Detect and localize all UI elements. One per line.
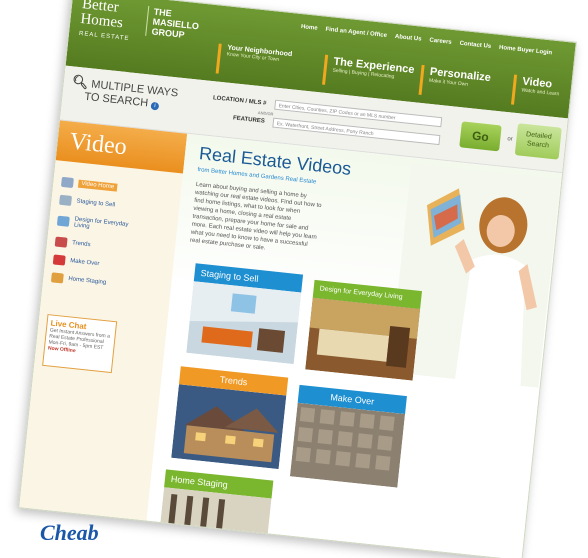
- tile-design-everyday[interactable]: Design for Everyday Living: [305, 279, 422, 381]
- lamp-icon: [50, 272, 64, 284]
- top-link-login[interactable]: Home Buyer Login: [499, 45, 553, 57]
- sidebar-item-label: Home Staging: [68, 276, 107, 287]
- search-icon: 🔍︎: [71, 73, 90, 91]
- top-link-home[interactable]: Home: [301, 24, 318, 32]
- top-links: Home Find an Agent / Office About Us Car…: [301, 24, 553, 56]
- sidebar-item-label: Video Home: [77, 179, 118, 192]
- top-link-about[interactable]: About Us: [395, 34, 422, 43]
- tile-make-over[interactable]: Make Over: [289, 384, 407, 488]
- tile-home-staging[interactable]: Home Staging: [159, 469, 274, 540]
- brand-logo[interactable]: Better Homes REAL ESTATE: [78, 0, 133, 47]
- website-page: Better Homes REAL ESTATE THE MASIELLO GR…: [18, 0, 577, 558]
- trends-photo: [171, 384, 287, 470]
- make-over-photo: [289, 402, 406, 488]
- tile-staging-to-sell[interactable]: Staging to Sell: [186, 263, 304, 365]
- or-label: or: [507, 136, 513, 143]
- top-link-careers[interactable]: Careers: [429, 38, 452, 46]
- detailed-search-button[interactable]: Detailed Search: [514, 123, 562, 160]
- sidebar-item-label: Design for Everyday Living: [73, 216, 129, 230]
- group-name: THE MASIELLO GROUP: [145, 5, 201, 42]
- brush-icon: [52, 254, 66, 266]
- live-chat-box[interactable]: Live Chat Get Instant Answers from a Rea…: [42, 314, 118, 374]
- top-link-find-agent[interactable]: Find an Agent / Office: [325, 27, 387, 39]
- sidebar-nav: Video Home Staging to Sell Design for Ev…: [50, 173, 138, 294]
- nav-personalize[interactable]: Personalize Make it Your Own: [418, 64, 515, 105]
- intro-text: Learn about buying and selling a home by…: [189, 181, 322, 252]
- chart-icon: [54, 236, 68, 248]
- top-link-contact[interactable]: Contact Us: [459, 41, 491, 50]
- nav-experience[interactable]: The Experience Selling | Buying | Reloca…: [322, 54, 422, 95]
- sidebar-item-label: Make Over: [69, 258, 100, 268]
- multiple-ways-heading: 🔍︎ MULTIPLE WAYS TO SEARCH i: [70, 73, 179, 113]
- sidebar-item-label: Trends: [71, 240, 91, 249]
- nav-neighborhood[interactable]: Your Neighborhood Know Your City or Town: [215, 43, 326, 85]
- screenshot-stage: Better Homes REAL ESTATE THE MASIELLO GR…: [0, 0, 588, 558]
- film-icon: [60, 176, 74, 189]
- sofa-icon: [56, 215, 70, 227]
- info-icon[interactable]: i: [150, 101, 160, 111]
- footer-caption: Cheab: [40, 520, 99, 545]
- go-button[interactable]: Go: [459, 121, 502, 152]
- house-icon: [59, 194, 73, 206]
- tile-trends[interactable]: Trends: [171, 366, 289, 470]
- staging-to-sell-photo: [186, 281, 302, 365]
- nav-video[interactable]: Video Watch and Learn: [511, 74, 575, 111]
- sidebar-item-label: Staging to Sell: [76, 198, 116, 209]
- design-everyday-photo: [305, 297, 421, 381]
- main-content: Real Estate Videos from Better Homes and…: [146, 133, 563, 558]
